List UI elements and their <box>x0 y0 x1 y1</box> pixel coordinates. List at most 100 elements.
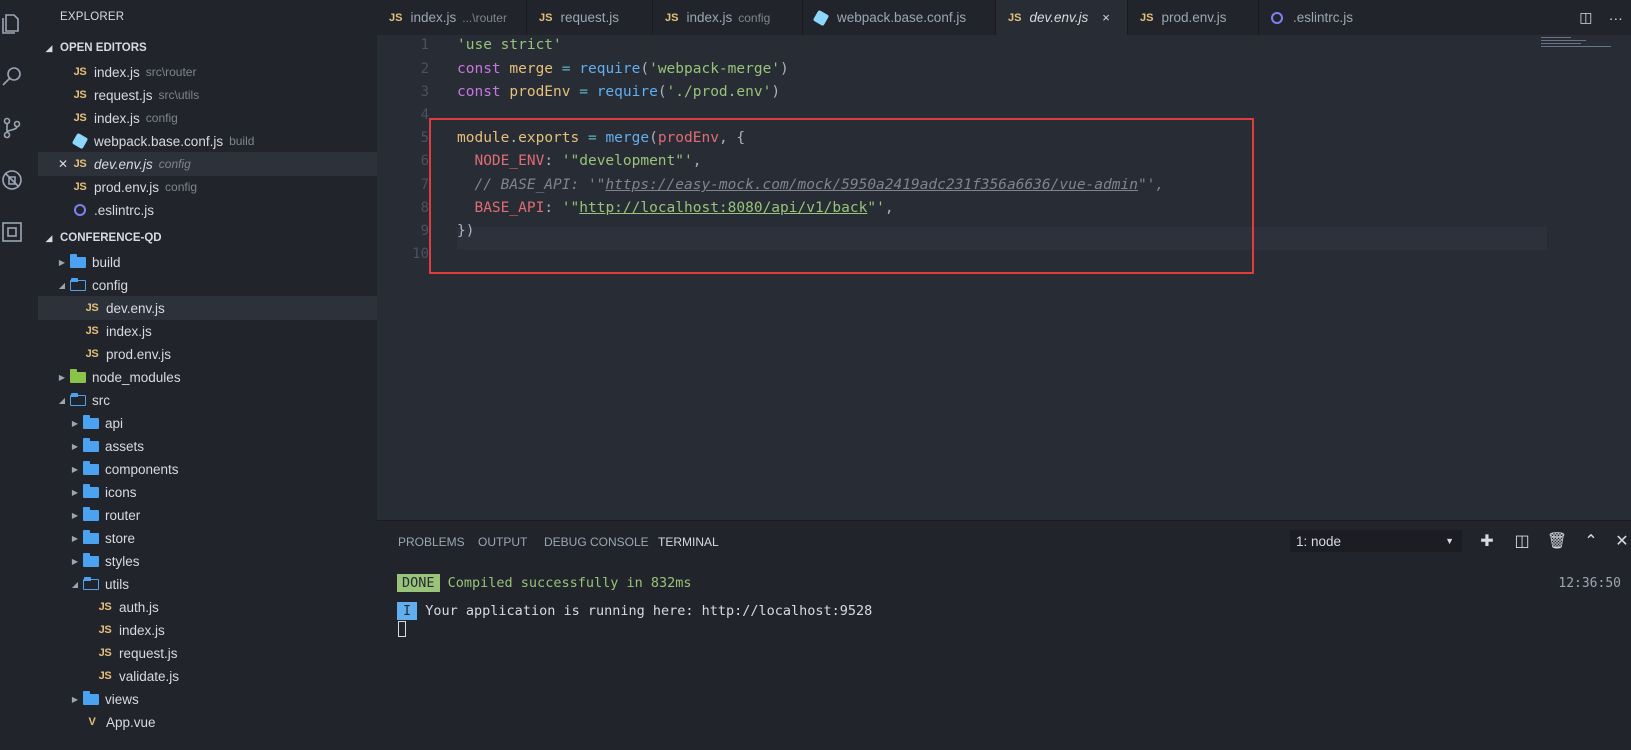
webpack-icon <box>71 132 89 150</box>
chevron-down-icon: ◢ <box>58 395 66 405</box>
chevron-right-icon: ▶ <box>71 464 79 474</box>
chevron-down-icon: ◢ <box>45 232 53 243</box>
chevron-right-icon: ▶ <box>71 533 79 543</box>
add-terminal-icon[interactable]: ✚ <box>1477 530 1497 552</box>
js-icon: JS <box>73 112 87 124</box>
js-icon: JS <box>389 11 403 24</box>
js-icon: JS <box>85 325 99 337</box>
close-icon[interactable]: × <box>1102 10 1110 25</box>
open-editors-header[interactable]: ◢ OPEN EDITORS <box>38 37 377 59</box>
tree-folder[interactable]: ▶ router <box>38 503 377 527</box>
open-editor-item[interactable]: JS request.js src\utils <box>38 83 377 107</box>
tree-folder[interactable]: ▶ styles <box>38 549 377 573</box>
activity-bar <box>0 0 38 750</box>
chevron-down-icon: ◢ <box>71 579 79 589</box>
search-icon[interactable] <box>0 62 24 90</box>
chevron-right-icon: ▶ <box>71 694 79 704</box>
files-icon[interactable] <box>0 10 24 38</box>
open-editor-item[interactable]: .eslintrc.js <box>38 198 377 222</box>
tab-debug-console[interactable]: DEBUG CONSOLE <box>544 535 649 549</box>
extensions-icon[interactable] <box>0 218 24 246</box>
terminal-line: I Your application is running here: http… <box>397 602 872 620</box>
tree-folder[interactable]: ▶ views <box>38 687 377 711</box>
tab-eslintrc[interactable]: .eslintrc.js <box>1259 0 1389 35</box>
tree-file[interactable]: V App.vue <box>38 710 377 734</box>
tree-folder[interactable]: ▶ store <box>38 526 377 550</box>
line-number: 8 <box>420 200 429 216</box>
open-editor-item[interactable]: JS prod.env.js config <box>38 175 377 199</box>
explorer-title: EXPLORER <box>60 11 125 23</box>
chevron-right-icon: ▶ <box>58 257 66 267</box>
tree-folder[interactable]: ▶ node_modules <box>38 365 377 389</box>
tree-folder[interactable]: ▶ build <box>38 250 377 274</box>
line-number: 10 <box>412 246 429 262</box>
tab-prod-env[interactable]: JS prod.env.js <box>1128 0 1259 35</box>
js-icon: JS <box>73 89 87 101</box>
line-number: 1 <box>420 37 429 53</box>
code-line: const merge = require('webpack-merge') <box>457 61 789 77</box>
tree-folder[interactable]: ◢ utils <box>38 572 377 596</box>
tree-folder[interactable]: ▶ assets <box>38 434 377 458</box>
folder-icon <box>83 437 99 452</box>
project-header[interactable]: ◢ CONFERENCE-QD <box>38 227 377 249</box>
tab-index-router[interactable]: JS index.js ...\router <box>377 0 527 35</box>
folder-icon <box>83 483 99 498</box>
open-editor-item-active[interactable]: ✕ JS dev.env.js config <box>38 152 377 176</box>
tab-terminal[interactable]: TERMINAL <box>658 535 719 549</box>
chevron-down-icon: ◢ <box>58 280 66 290</box>
chevron-right-icon: ▶ <box>58 372 66 382</box>
tab-output[interactable]: OUTPUT <box>478 535 527 549</box>
open-editor-item[interactable]: JS index.js config <box>38 106 377 130</box>
tree-file[interactable]: JS validate.js <box>38 664 377 688</box>
tab-request[interactable]: JS request.js <box>527 0 653 35</box>
chevron-down-icon: ◢ <box>45 42 53 53</box>
js-icon: JS <box>665 11 679 24</box>
tree-folder[interactable]: ◢ src <box>38 388 377 412</box>
vue-icon: V <box>88 716 96 728</box>
tree-folder[interactable]: ◢ config <box>38 273 377 297</box>
js-icon: JS <box>98 670 112 682</box>
folder-open-icon <box>70 392 86 406</box>
close-icon[interactable]: ✕ <box>1612 530 1631 552</box>
tree-file[interactable]: JS request.js <box>38 641 377 665</box>
split-terminal-icon[interactable]: ◫ <box>1512 530 1532 552</box>
more-actions-icon[interactable]: ··· <box>1609 10 1623 26</box>
open-editor-item[interactable]: JS index.js src\router <box>38 60 377 84</box>
js-icon: JS <box>98 601 112 613</box>
trash-icon[interactable]: 🗑 <box>1547 530 1567 552</box>
tab-webpack-base-conf[interactable]: webpack.base.conf.js <box>803 0 996 35</box>
tab-index-config[interactable]: JS index.js config <box>653 0 803 35</box>
line-number: 4 <box>420 107 429 123</box>
split-editor-icon[interactable]: ◫ <box>1579 9 1592 26</box>
debug-icon[interactable] <box>0 166 24 194</box>
terminal-cursor <box>398 621 406 637</box>
folder-icon <box>83 414 99 429</box>
line-number: 2 <box>420 61 429 77</box>
tree-file[interactable]: JS prod.env.js <box>38 342 377 366</box>
chevron-right-icon: ▶ <box>71 487 79 497</box>
info-badge: I <box>397 602 418 620</box>
folder-icon <box>83 690 99 705</box>
eslint-icon <box>1271 11 1283 24</box>
tree-folder[interactable]: ▶ icons <box>38 480 377 504</box>
close-icon[interactable]: ✕ <box>57 157 69 171</box>
minimap[interactable] <box>1541 37 1611 57</box>
tree-file[interactable]: JS index.js <box>38 618 377 642</box>
chevron-up-icon[interactable]: ⌃ <box>1581 530 1601 552</box>
tab-dev-env[interactable]: JS dev.env.js × <box>996 0 1128 35</box>
line-number: 5 <box>420 130 429 146</box>
tree-folder[interactable]: ▶ api <box>38 411 377 435</box>
tab-problems[interactable]: PROBLEMS <box>398 535 465 549</box>
chevron-down-icon: ▼ <box>1445 536 1454 546</box>
source-control-icon[interactable] <box>0 114 24 142</box>
code-editor[interactable]: 1 2 3 4 5 6 7 8 9 10 'use strict' const … <box>377 35 1631 520</box>
tree-file-selected[interactable]: JS dev.env.js <box>38 296 377 320</box>
tree-file[interactable]: JS auth.js <box>38 595 377 619</box>
tree-folder[interactable]: ▶ components <box>38 457 377 481</box>
tree-file[interactable]: JS index.js <box>38 319 377 343</box>
chevron-right-icon: ▶ <box>71 510 79 520</box>
js-icon: JS <box>73 181 87 193</box>
open-editor-item[interactable]: webpack.base.conf.js build <box>38 129 377 153</box>
terminal-select[interactable]: 1: node ▼ <box>1290 530 1462 552</box>
code-line: 'use strict' <box>457 37 562 53</box>
